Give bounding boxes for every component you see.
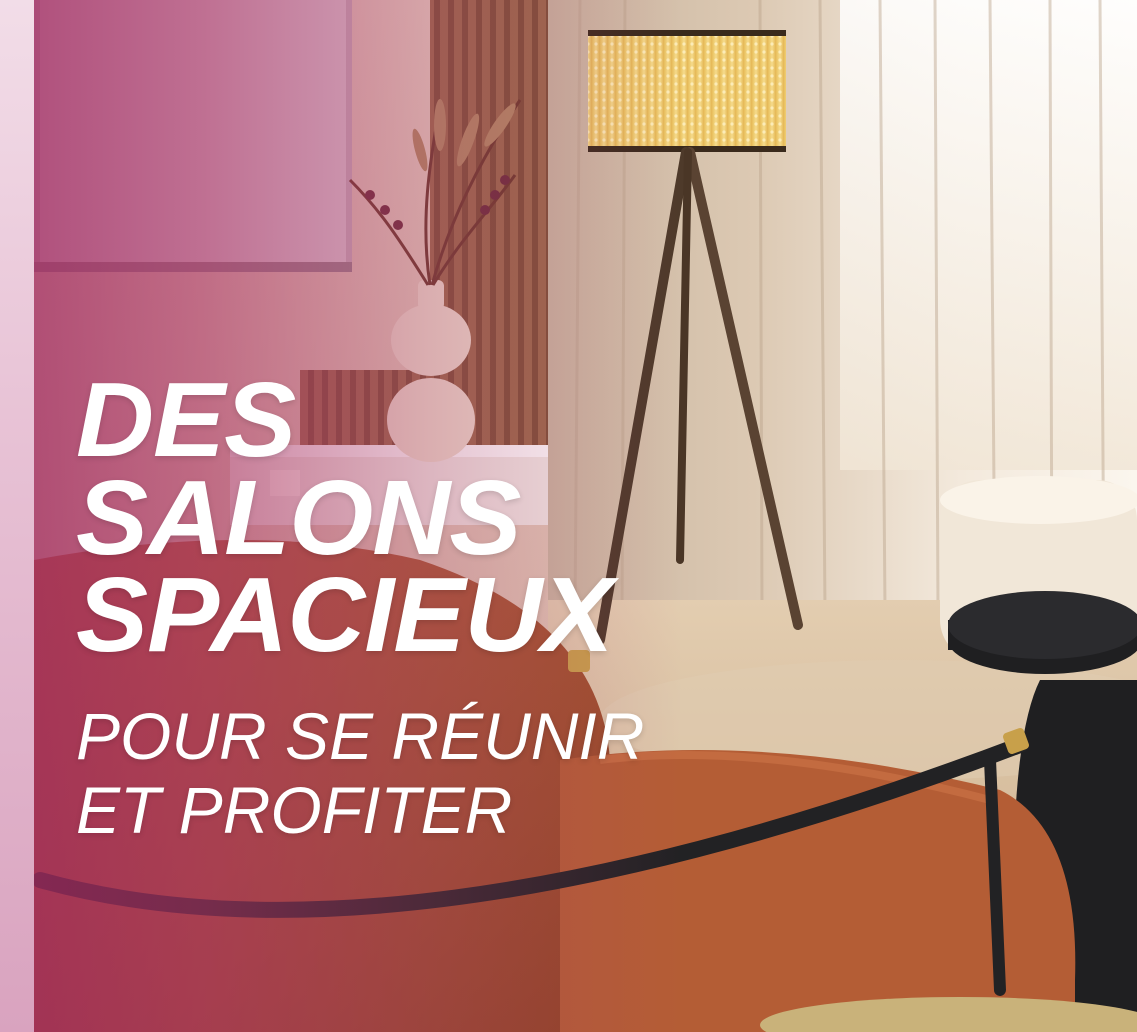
subheadline-line-1: POUR SE RÉUNIR bbox=[76, 699, 645, 773]
left-edge-strip bbox=[0, 0, 34, 1032]
headline-line-3: SPACIEUX bbox=[76, 556, 614, 675]
headline: DES SALONS SPACIEUX bbox=[76, 367, 614, 668]
subheadline: POUR SE RÉUNIR ET PROFITER bbox=[76, 699, 645, 848]
promo-banner: DES SALONS SPACIEUX POUR SE RÉUNIR ET PR… bbox=[0, 0, 1137, 1032]
headline-line-1: DES bbox=[76, 361, 296, 479]
subheadline-line-2: ET PROFITER bbox=[76, 772, 513, 847]
headline-line-2: SALONS bbox=[76, 458, 521, 577]
